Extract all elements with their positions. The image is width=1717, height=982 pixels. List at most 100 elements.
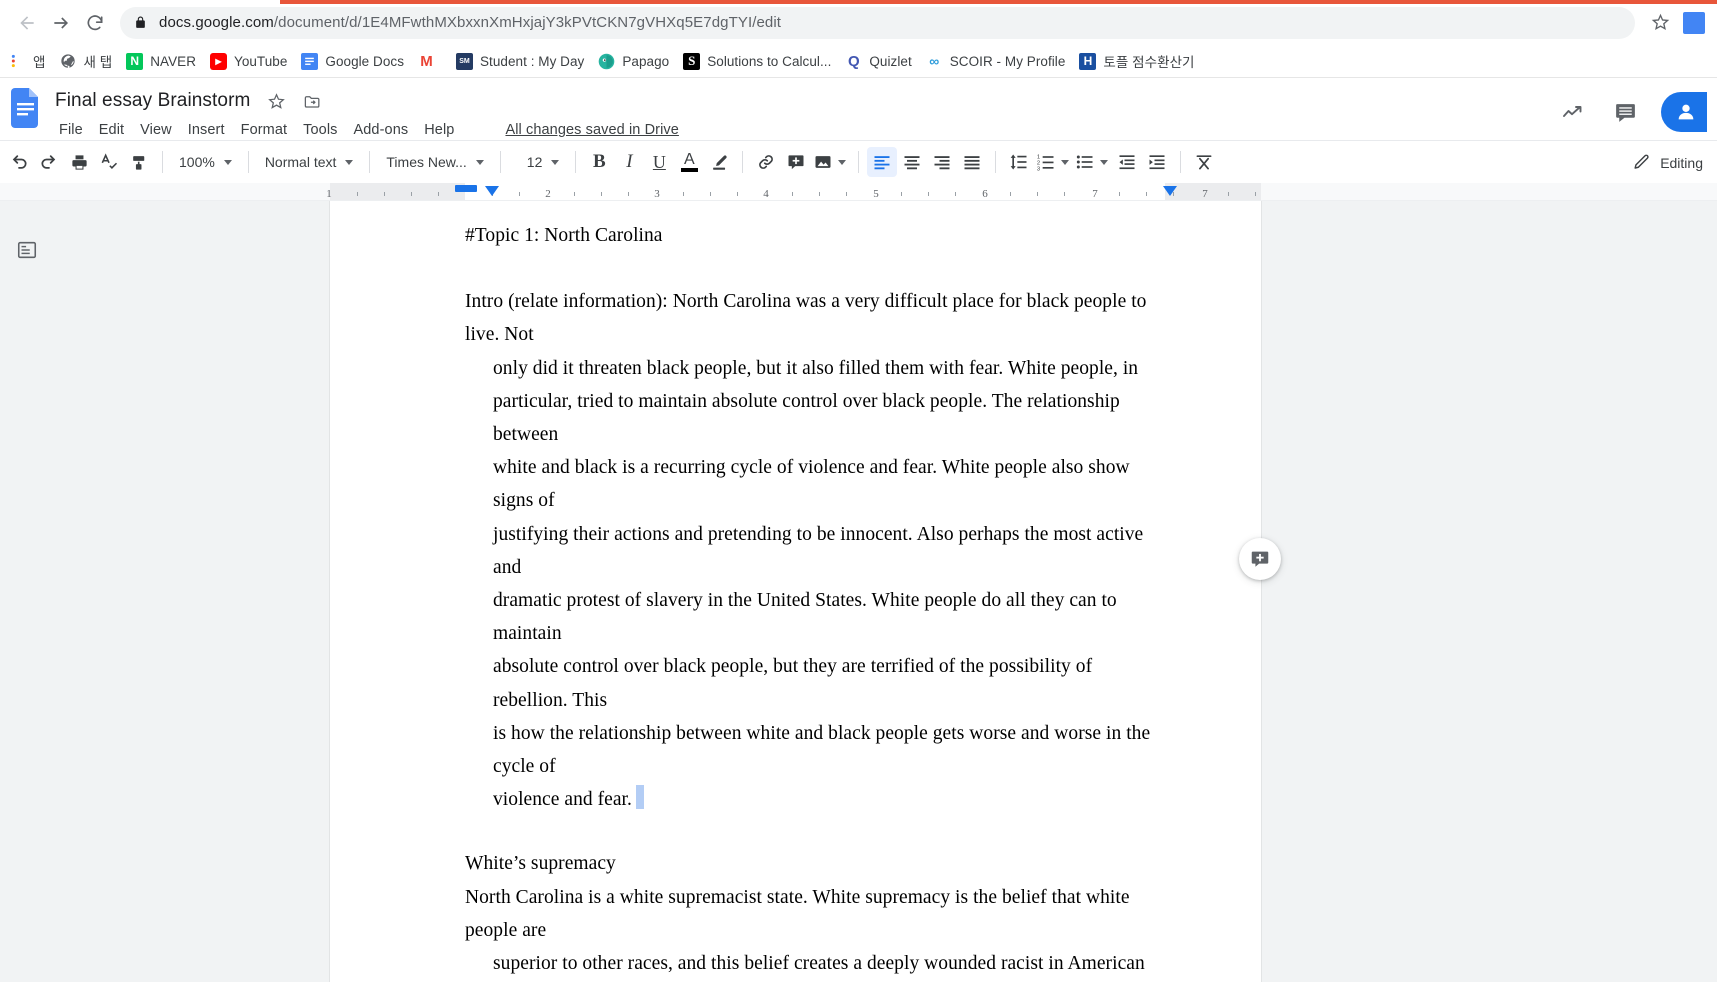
ruler-tick xyxy=(357,192,358,196)
increase-indent-button[interactable] xyxy=(1142,147,1172,177)
document-outline-button[interactable] xyxy=(10,233,44,267)
ruler-tick xyxy=(737,192,738,196)
bookmark-student-my-day[interactable]: SM Student : My Day xyxy=(449,48,591,74)
reload-button[interactable] xyxy=(78,6,112,40)
highlight-color-button[interactable] xyxy=(704,147,734,177)
comment-plus-icon xyxy=(1251,551,1269,567)
gmail-icon: M xyxy=(420,52,433,70)
document-paragraph-2: North Carolina is a white supremacist st… xyxy=(465,881,1165,982)
align-center-button[interactable] xyxy=(897,147,927,177)
quizlet-icon: Q xyxy=(848,52,860,70)
toolbar-divider xyxy=(995,151,997,173)
save-status[interactable]: All changes saved in Drive xyxy=(497,119,686,141)
star-icon xyxy=(1651,13,1669,31)
text-color-swatch xyxy=(680,168,698,172)
clear-formatting-button[interactable] xyxy=(1189,147,1219,177)
share-button[interactable] xyxy=(1661,92,1707,132)
menu-format[interactable]: Format xyxy=(234,119,295,141)
spelling-check-button[interactable] xyxy=(94,147,124,177)
printer-icon xyxy=(71,154,87,170)
menu-add-ons[interactable]: Add-ons xyxy=(347,119,416,141)
comments-icon[interactable] xyxy=(1605,92,1645,132)
menu-edit[interactable]: Edit xyxy=(92,119,131,141)
undo-button[interactable] xyxy=(4,147,34,177)
underline-button[interactable]: U xyxy=(644,147,674,177)
numbered-list-button[interactable]: 1 2 3 xyxy=(1034,147,1073,177)
right-indent-marker[interactable] xyxy=(1163,186,1177,196)
bookmark-apps[interactable]: 앱 xyxy=(2,48,52,74)
add-comment-button[interactable] xyxy=(781,147,811,177)
menu-help[interactable]: Help xyxy=(417,119,461,141)
bookmark-star-button[interactable] xyxy=(1643,6,1677,40)
zoom-dropdown[interactable]: 100% xyxy=(171,147,240,177)
profile-avatar[interactable] xyxy=(1683,11,1705,34)
text-color-button[interactable]: A xyxy=(674,147,704,177)
bookmark-naver[interactable]: N NAVER xyxy=(119,48,203,74)
menu-tools[interactable]: Tools xyxy=(296,119,344,141)
add-comment-floating-button[interactable] xyxy=(1239,538,1281,580)
docs-header-actions xyxy=(1541,92,1707,132)
ruler-tick xyxy=(928,192,929,196)
address-bar[interactable]: docs.google.com/document/d/1E4MFwthMXbxx… xyxy=(120,6,1635,39)
insert-image-button[interactable] xyxy=(811,147,850,177)
paragraph-style-value: Normal text xyxy=(264,154,337,170)
document-page[interactable]: #Topic 1: North Carolina Intro (relate i… xyxy=(330,201,1261,982)
back-button[interactable] xyxy=(10,6,44,40)
highlighter-icon xyxy=(713,154,727,170)
browser-toolbar: docs.google.com/document/d/1E4MFwthMXbxx… xyxy=(0,0,1717,45)
font-family-dropdown[interactable]: Times New... xyxy=(378,147,491,177)
bookmark-new-tab[interactable]: 새 탭 xyxy=(52,48,119,74)
comment-plus-icon xyxy=(788,155,804,170)
document-paragraph-1: Intro (relate information): North Caroli… xyxy=(465,285,1165,816)
bookmark-toefl-converter[interactable]: H 토플 점수환산기 xyxy=(1072,48,1201,74)
activity-dashboard-icon[interactable] xyxy=(1553,92,1593,132)
paragraph-line: justifying their actions and pretending … xyxy=(493,523,1144,578)
font-size-dropdown[interactable]: 12 xyxy=(509,147,568,177)
bookmark-google-docs[interactable]: Google Docs xyxy=(294,48,411,74)
bold-button[interactable]: B xyxy=(584,147,614,177)
align-left-button[interactable] xyxy=(867,147,898,177)
toolbar-divider xyxy=(499,151,501,173)
bookmark-gmail[interactable]: M xyxy=(411,48,449,74)
bookmark-scoir[interactable]: ∞ SCOIR - My Profile xyxy=(919,48,1073,74)
ruler[interactable]: 1 2 3 4 5 6 7 7 xyxy=(0,183,1717,201)
left-indent-marker[interactable] xyxy=(485,186,499,196)
ruler-tick xyxy=(519,192,520,196)
naver-icon: N xyxy=(126,52,144,70)
bulleted-list-button[interactable] xyxy=(1073,147,1112,177)
bookmark-solutions-to-calculus[interactable]: S Solutions to Calcul... xyxy=(676,48,838,74)
insert-link-button[interactable] xyxy=(751,147,781,177)
ruler-number: 1 xyxy=(326,188,332,200)
menu-file[interactable]: File xyxy=(52,119,90,141)
align-center-icon xyxy=(904,156,920,170)
align-justify-button[interactable] xyxy=(957,147,987,177)
numbered-list-icon: 1 2 3 xyxy=(1037,155,1054,172)
print-button[interactable] xyxy=(64,147,94,177)
first-line-indent-marker[interactable] xyxy=(455,185,477,192)
decrease-indent-button[interactable] xyxy=(1112,147,1142,177)
bookmark-papago[interactable]: Papago xyxy=(591,48,676,74)
papago-icon xyxy=(598,52,616,70)
bookmark-quizlet[interactable]: Q Quizlet xyxy=(838,48,918,74)
scoir-icon: ∞ xyxy=(929,53,940,69)
line-spacing-button[interactable] xyxy=(1004,147,1034,177)
menu-view[interactable]: View xyxy=(133,119,179,141)
redo-button[interactable] xyxy=(34,147,64,177)
paragraph-style-dropdown[interactable]: Normal text xyxy=(257,147,362,177)
italic-button[interactable]: I xyxy=(614,147,644,177)
paint-format-button[interactable] xyxy=(124,147,154,177)
forward-button[interactable] xyxy=(44,6,78,40)
google-docs-logo[interactable] xyxy=(6,86,46,138)
menu-insert[interactable]: Insert xyxy=(181,119,232,141)
formatting-toolbar: 100% Normal text Times New... 12 B I U A xyxy=(0,140,1717,183)
page-title[interactable]: Final essay Brainstorm xyxy=(52,89,253,113)
redo-icon xyxy=(41,155,56,169)
bookmarks-bar: 앱 새 탭 N NAVER ▶ YouTube Google Docs M SM… xyxy=(0,45,1717,78)
person-lock-icon xyxy=(1678,104,1694,120)
bookmark-youtube[interactable]: ▶ YouTube xyxy=(203,48,294,74)
align-right-button[interactable] xyxy=(927,147,957,177)
editing-mode-button[interactable]: Editing xyxy=(1632,141,1703,184)
move-to-folder-icon[interactable] xyxy=(299,88,325,114)
docs-header: Final essay Brainstorm File Edit View In… xyxy=(0,78,1717,140)
star-icon[interactable] xyxy=(263,88,289,114)
